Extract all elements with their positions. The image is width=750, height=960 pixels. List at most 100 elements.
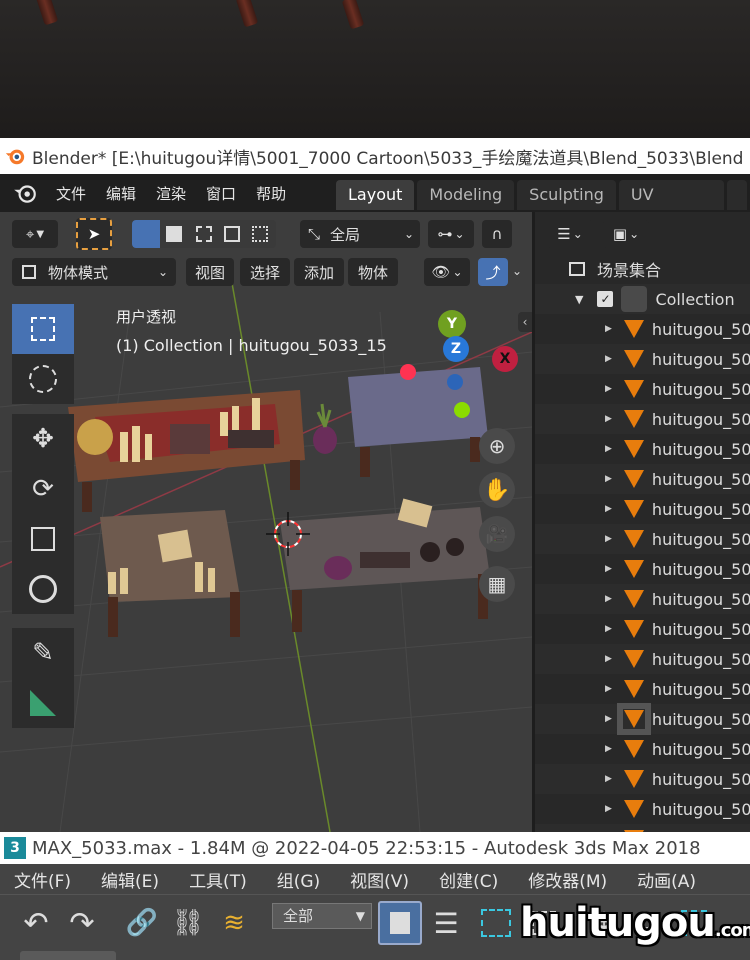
selection-filter-dropdown[interactable]: 全部 ▼ — [272, 903, 372, 929]
select-extend-icon[interactable] — [166, 226, 182, 242]
redo-icon[interactable]: ↷ — [64, 905, 100, 941]
tab-modeling[interactable]: Modeling — [417, 180, 515, 210]
outliner-item[interactable]: ▶huitugou_50 — [535, 344, 750, 374]
outliner-item[interactable]: ▶huitugou_50 — [535, 794, 750, 824]
bind-spacewarp-icon[interactable]: ≋ — [216, 905, 252, 941]
max-menu-edit[interactable]: 编辑(E) — [101, 867, 159, 892]
perspective-toggle-button[interactable]: ▦ — [479, 566, 515, 602]
max-menu-views[interactable]: 视图(V) — [350, 867, 409, 892]
pan-button[interactable]: ✋ — [479, 472, 515, 508]
outliner-item[interactable]: ▶huitugou_50 — [535, 614, 750, 644]
pivot-point-dropdown[interactable]: ⊶ ⌄ — [428, 220, 474, 248]
outliner-item[interactable]: ▶huitugou_50 — [535, 314, 750, 344]
expand-arrow-icon[interactable]: ▶ — [605, 354, 612, 364]
outliner-item[interactable]: ▶huitugou_50 — [535, 494, 750, 524]
outliner-item[interactable]: ▶huitugou_50 — [535, 374, 750, 404]
tab-uv-editing[interactable]: UV Editing — [618, 180, 725, 234]
max-menu-animation[interactable]: 动画(A) — [637, 867, 696, 892]
expand-arrow-icon[interactable]: ▶ — [605, 384, 612, 394]
expand-arrow-icon[interactable]: ▶ — [605, 474, 612, 484]
zoom-button[interactable]: ⊕ — [479, 428, 515, 464]
max-menu-create[interactable]: 创建(C) — [439, 867, 498, 892]
blender-menu-logo-icon[interactable] — [10, 180, 40, 206]
outliner-item[interactable]: ▶huitugou_50 — [535, 734, 750, 764]
snap-toggle[interactable]: ∩ — [482, 220, 512, 248]
expand-arrow-icon[interactable]: ▶ — [605, 414, 612, 424]
tab-more[interactable] — [727, 180, 747, 210]
expand-arrow-icon[interactable]: ▶ — [605, 714, 612, 724]
expand-arrow-icon[interactable]: ▶ — [605, 564, 612, 574]
expand-arrow-icon[interactable]: ▶ — [605, 444, 612, 454]
max-menu-file[interactable]: 文件(F) — [14, 867, 71, 892]
max-menu-group[interactable]: 组(G) — [277, 867, 320, 892]
chevron-down-icon[interactable]: ⌄ — [512, 264, 522, 278]
tab-layout[interactable]: Layout — [336, 180, 415, 210]
expand-arrow-icon[interactable]: ▼ — [575, 293, 583, 306]
command-panel-tab[interactable] — [20, 951, 116, 960]
outliner-item[interactable]: ▶huitugou_50 — [535, 644, 750, 674]
outliner-item[interactable]: ▶huitugou_50 — [535, 703, 750, 735]
menu-add[interactable]: 添加 — [294, 258, 344, 286]
outliner-item[interactable]: ▶huitugou_50 — [535, 554, 750, 584]
gizmo-toggle[interactable]: ⤴ — [478, 258, 508, 286]
menu-help[interactable]: 帮助 — [246, 183, 296, 204]
mode-dropdown[interactable]: 物体模式 ⌄ — [12, 258, 176, 286]
axis-y-gizmo[interactable]: Y — [438, 310, 466, 338]
max-menu-modifiers[interactable]: 修改器(M) — [528, 867, 607, 892]
tool-scale[interactable] — [12, 514, 74, 564]
tool-transform[interactable] — [12, 564, 74, 614]
tool-measure[interactable] — [12, 678, 74, 728]
expand-arrow-icon[interactable]: ▶ — [605, 504, 612, 514]
expand-arrow-icon[interactable]: ▶ — [605, 594, 612, 604]
editor-type-button[interactable]: ⌖ ▼ — [12, 220, 58, 248]
unlink-icon[interactable]: ⛓ — [170, 905, 206, 941]
menu-file[interactable]: 文件 — [46, 183, 96, 204]
select-by-name-icon[interactable]: ☰ — [428, 905, 464, 941]
outliner-item[interactable]: ▶huitugou_50 — [535, 764, 750, 794]
transform-orientation-dropdown[interactable]: ⤡ 全局 ⌄ — [300, 220, 420, 248]
menu-view[interactable]: 视图 — [186, 258, 234, 286]
expand-arrow-icon[interactable]: ▶ — [605, 684, 612, 694]
outliner-item[interactable]: ▶huitugou_50 — [535, 584, 750, 614]
expand-arrow-icon[interactable]: ▶ — [605, 774, 612, 784]
outliner-editor-type-button[interactable]: ☰ ⌄ — [547, 220, 593, 248]
camera-view-button[interactable]: 🎥 — [479, 516, 515, 552]
expand-arrow-icon[interactable]: ▶ — [605, 624, 612, 634]
axis-z-gizmo[interactable]: Z — [443, 336, 469, 362]
select-subtract-icon[interactable] — [196, 226, 212, 242]
select-new-icon[interactable] — [132, 220, 160, 248]
select-tweak-button[interactable]: ➤ — [76, 218, 112, 250]
tool-rotate[interactable]: ⟳ — [12, 464, 74, 514]
checkbox-icon[interactable]: ✓ — [597, 291, 614, 307]
undo-icon[interactable]: ↶ — [18, 905, 54, 941]
select-intersect-icon[interactable] — [252, 226, 268, 242]
visibility-dropdown[interactable]: 👁 ⌄ — [424, 258, 470, 286]
outliner-item[interactable]: ▶huitugou_50 — [535, 404, 750, 434]
outliner-item[interactable]: ▶huitugou_50 — [535, 434, 750, 464]
expand-arrow-icon[interactable]: ▶ — [605, 534, 612, 544]
outliner-item[interactable]: ▶huitugou_50 — [535, 464, 750, 494]
link-icon[interactable]: 🔗 — [124, 905, 160, 941]
tool-select-box[interactable] — [12, 304, 74, 354]
outliner-scene-collection[interactable]: 场景集合 — [535, 254, 750, 284]
max-menu-tools[interactable]: 工具(T) — [189, 867, 247, 892]
tool-cursor[interactable] — [12, 354, 74, 404]
expand-arrow-icon[interactable]: ▶ — [605, 804, 612, 814]
outliner-item[interactable]: ▶huitugou_50 — [535, 524, 750, 554]
display-mode-dropdown[interactable]: ▣ ⌄ — [603, 220, 649, 248]
axis-x-gizmo[interactable]: X — [492, 346, 518, 372]
rectangular-selection-icon[interactable] — [478, 905, 514, 941]
menu-select[interactable]: 选择 — [240, 258, 290, 286]
sidebar-toggle-icon[interactable]: ‹ — [518, 312, 532, 332]
tool-move[interactable]: ✥ — [12, 414, 74, 464]
select-invert-icon[interactable] — [224, 226, 240, 242]
menu-window[interactable]: 窗口 — [196, 183, 246, 204]
outliner-item[interactable]: ▶huitugou_50 — [535, 824, 750, 832]
menu-render[interactable]: 渲染 — [146, 183, 196, 204]
outliner-collection-row[interactable]: ▼ ✓ Collection — [535, 284, 750, 314]
select-object-button[interactable] — [378, 901, 422, 945]
expand-arrow-icon[interactable]: ▶ — [605, 744, 612, 754]
menu-object[interactable]: 物体 — [348, 258, 398, 286]
tab-sculpting[interactable]: Sculpting — [517, 180, 616, 210]
menu-edit[interactable]: 编辑 — [96, 183, 146, 204]
